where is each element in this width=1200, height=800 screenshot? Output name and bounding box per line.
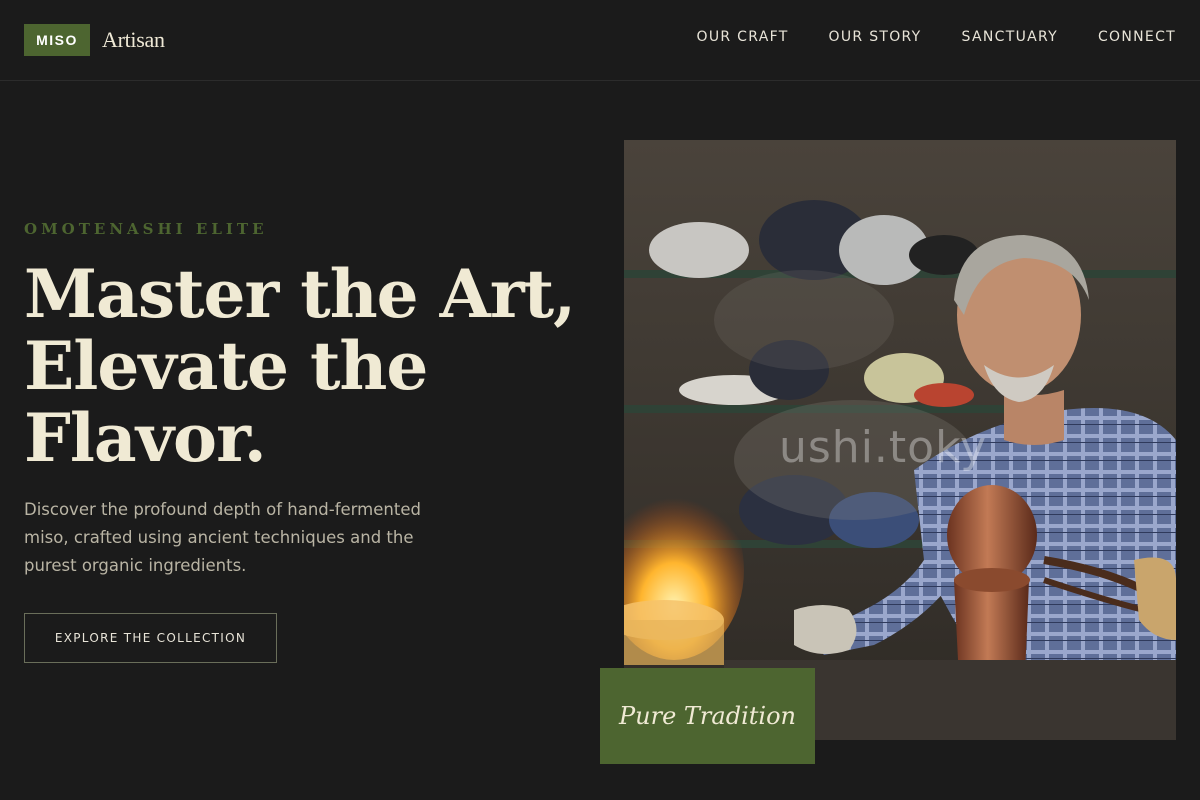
main-nav: OUR CRAFT OUR STORY SANCTUARY CONNECT (697, 29, 1176, 45)
tradition-caption-card: Pure Tradition (600, 668, 815, 764)
headline-line: Master the Art, (24, 255, 576, 333)
site-header: MISO Artisan OUR CRAFT OUR STORY SANCTUA… (0, 0, 1200, 81)
hero-headline: Master the Art, Elevate the Flavor. (24, 258, 584, 474)
brand-logo[interactable]: MISO Artisan (24, 24, 165, 56)
logo-text: Artisan (102, 27, 165, 52)
headline-line: Elevate the (24, 327, 428, 405)
logo-badge: MISO (24, 24, 90, 56)
hero-eyebrow: OMOTENASHI ELITE (24, 220, 268, 238)
hero-description: Discover the profound depth of hand-ferm… (24, 500, 421, 575)
nav-our-craft[interactable]: OUR CRAFT (697, 29, 789, 45)
nav-connect[interactable]: CONNECT (1098, 29, 1176, 45)
tradition-caption: Pure Tradition (619, 702, 796, 730)
explore-collection-button[interactable]: EXPLORE THE COLLECTION (24, 613, 277, 663)
nav-sanctuary[interactable]: SANCTUARY (962, 29, 1058, 45)
image-watermark: ushi.toky (779, 422, 988, 473)
headline-line: Flavor. (24, 399, 267, 477)
artisan-photo: ushi.toky (624, 140, 1176, 740)
nav-our-story[interactable]: OUR STORY (829, 29, 922, 45)
